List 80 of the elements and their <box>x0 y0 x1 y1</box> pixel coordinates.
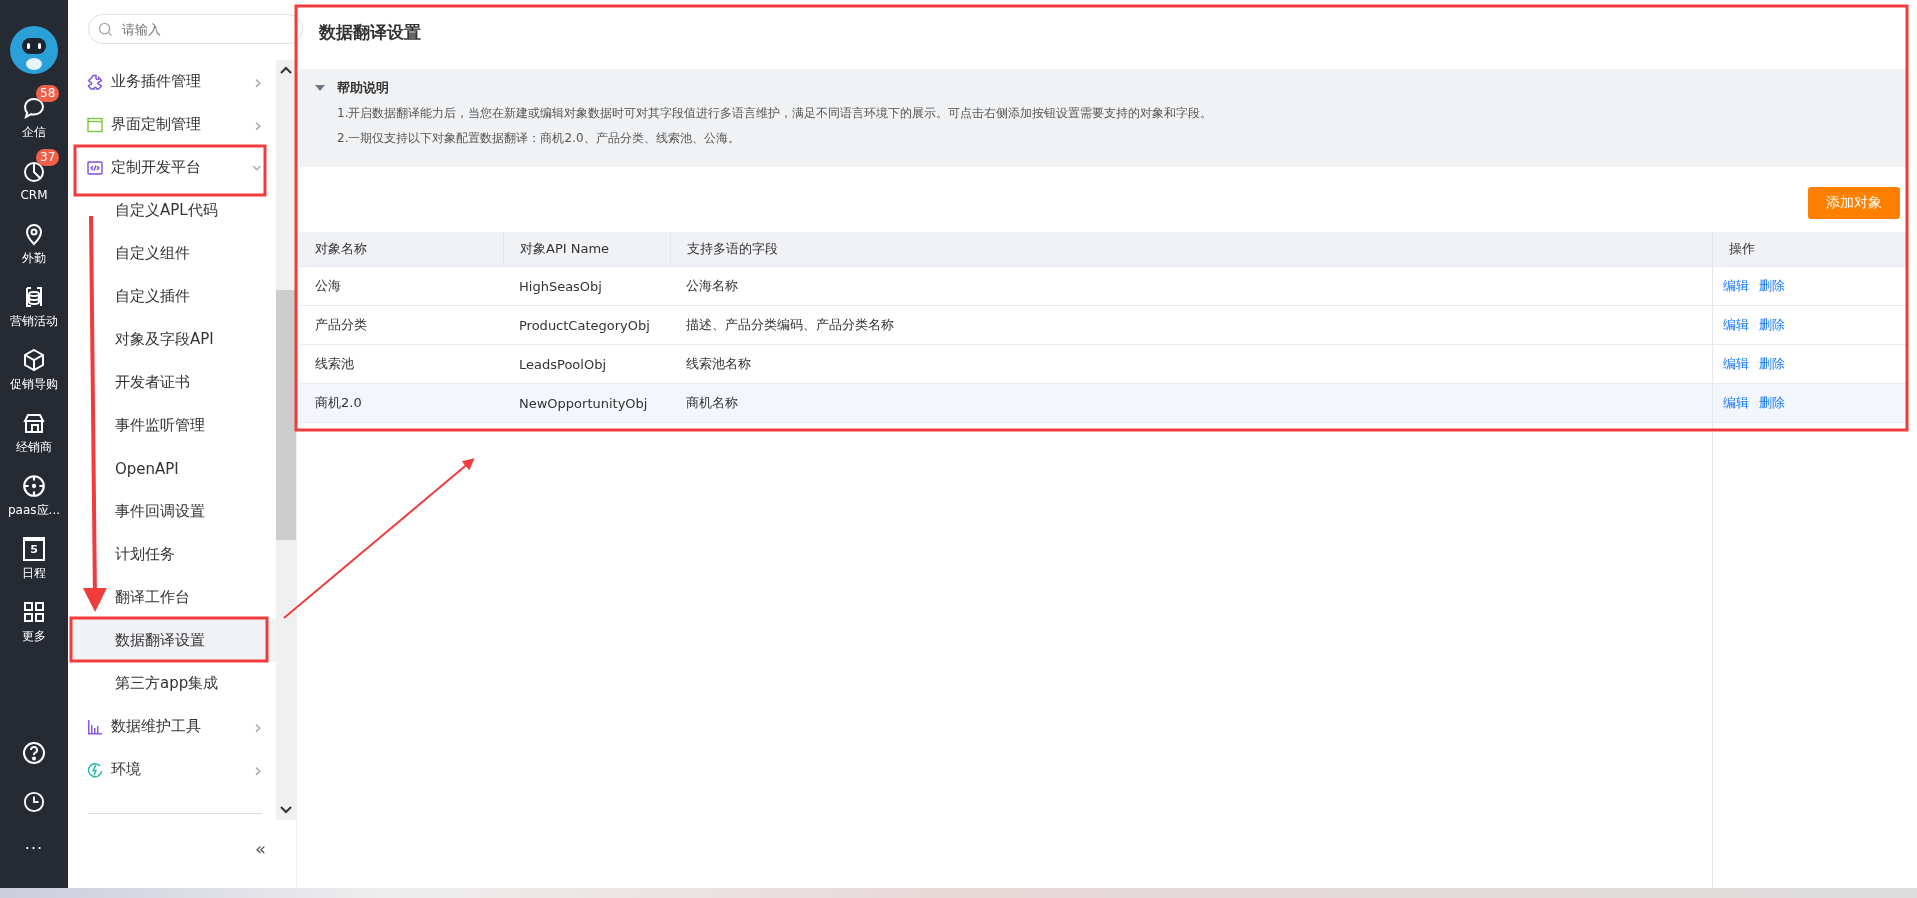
bar-chart-icon <box>87 718 103 735</box>
table-cell-text: HighSeasObj <box>518 277 603 296</box>
submenu-item[interactable]: 事件监听管理 <box>72 404 276 447</box>
submenu-item[interactable]: OpenAPI <box>72 447 276 490</box>
pie-chart-icon <box>22 160 46 184</box>
chevron-icon: › <box>254 112 262 137</box>
more-button[interactable]: ··· <box>24 839 44 858</box>
search-field[interactable]: 请输入 <box>88 14 303 44</box>
code-icon <box>87 159 103 176</box>
clock-icon[interactable] <box>23 791 45 813</box>
help-text: 2.一期仅支持以下对象配置数据翻译：商机2.0、产品分类、线索池、公海。 <box>337 130 741 147</box>
window-icon <box>87 116 103 133</box>
menu-item[interactable]: 定制开发平台 › <box>68 146 276 189</box>
column-header: 操作 <box>1712 232 1907 266</box>
calendar-icon: 5 <box>23 536 45 561</box>
table-cell-text: 公海名称 <box>685 277 739 295</box>
table-cell-text: ProductCategoryObj <box>518 316 651 335</box>
submenu-item[interactable]: 事件回调设置 <box>72 490 276 533</box>
menu-item[interactable]: 界面定制管理 › <box>68 103 276 146</box>
count-badge: 58 <box>36 84 60 102</box>
action-link[interactable]: 删除 <box>1759 316 1785 334</box>
table-cell-text: 商机2.0 <box>314 394 363 412</box>
submenu-item[interactable]: 对象及字段API <box>72 318 276 361</box>
rail-item[interactable]: 58 企信 <box>0 86 68 149</box>
submenu-item[interactable]: 自定义插件 <box>72 275 276 318</box>
rail-item[interactable]: 5 日程 <box>0 527 68 590</box>
rail-item[interactable]: 促销导购 <box>0 338 68 401</box>
action-link[interactable]: 删除 <box>1759 355 1785 373</box>
help-icon[interactable] <box>22 741 46 765</box>
search-icon <box>98 22 113 37</box>
menu-item[interactable]: 环境 › <box>68 748 276 791</box>
table-cell-text: 线索池 <box>314 355 355 373</box>
action-link[interactable]: 编辑 <box>1723 316 1749 334</box>
help-text: 1.开启数据翻译能力后，当您在新建或编辑对象数据时可对其字段值进行多语言维护，满足不同语言环境下的展示。可点击右侧添加按钮设置需要支持的对象和字段。 <box>337 105 1214 122</box>
table-cell-text: 线索池名称 <box>685 355 752 373</box>
action-link[interactable]: 编辑 <box>1723 355 1749 373</box>
action-link[interactable]: 删除 <box>1759 394 1785 412</box>
rail-item[interactable]: 37 CRM <box>0 149 68 212</box>
table-cell-text: LeadsPoolObj <box>518 355 607 374</box>
chevron-icon: › <box>254 69 262 94</box>
menu-item[interactable]: 业务插件管理 › <box>68 60 276 103</box>
cube-icon <box>22 347 46 372</box>
submenu-item[interactable]: 翻译工作台 <box>72 576 276 619</box>
target-icon <box>21 472 47 499</box>
puzzle-icon <box>87 73 103 90</box>
help-title: 帮助说明 <box>337 79 389 97</box>
submenu-item[interactable]: 第三方app集成 <box>72 662 276 705</box>
table-cell-text: 商机名称 <box>685 394 739 412</box>
caret-icon[interactable] <box>315 84 325 92</box>
page-title: 数据翻译设置 <box>318 21 422 44</box>
chevron-icon: › <box>246 163 270 172</box>
rail-item[interactable]: 更多 <box>0 590 68 653</box>
collapse-button[interactable]: « <box>255 838 266 859</box>
column-header: 对象API Name <box>503 232 670 266</box>
table-cell-text: NewOpportunityObj <box>518 394 649 413</box>
table-cell-text: 产品分类 <box>314 316 368 334</box>
grid-icon <box>22 599 46 624</box>
submenu-item[interactable]: 自定义组件 <box>72 232 276 275</box>
chevron-icon: › <box>254 714 262 739</box>
column-header: 支持多语的字段 <box>670 232 1712 266</box>
submenu-item[interactable]: 自定义APL代码 <box>72 189 276 232</box>
count-badge: 37 <box>36 149 60 166</box>
rail-item[interactable]: 经销商 <box>0 401 68 464</box>
menu-item[interactable]: 数据维护工具 › <box>68 705 276 748</box>
submenu-item[interactable]: 计划任务 <box>72 533 276 576</box>
action-link[interactable]: 删除 <box>1759 277 1785 295</box>
scrollbar[interactable] <box>276 60 296 820</box>
chat-icon <box>22 95 46 120</box>
table-cell-text: 描述、产品分类编码、产品分类名称 <box>685 316 895 334</box>
rail-item[interactable]: 外勤 <box>0 212 68 275</box>
action-link[interactable]: 编辑 <box>1723 277 1749 295</box>
chevron-icon: › <box>254 757 262 782</box>
avatar-icon[interactable] <box>10 26 58 74</box>
rail-item[interactable]: paas应... <box>0 464 68 527</box>
submenu-item[interactable]: 开发者证书 <box>72 361 276 404</box>
table-cell-text: 公海 <box>314 277 342 295</box>
column-header: 对象名称 <box>314 240 368 258</box>
lightning-icon <box>87 761 103 778</box>
action-link[interactable]: 编辑 <box>1723 394 1749 412</box>
rail-item[interactable]: 营销活动 <box>0 275 68 338</box>
